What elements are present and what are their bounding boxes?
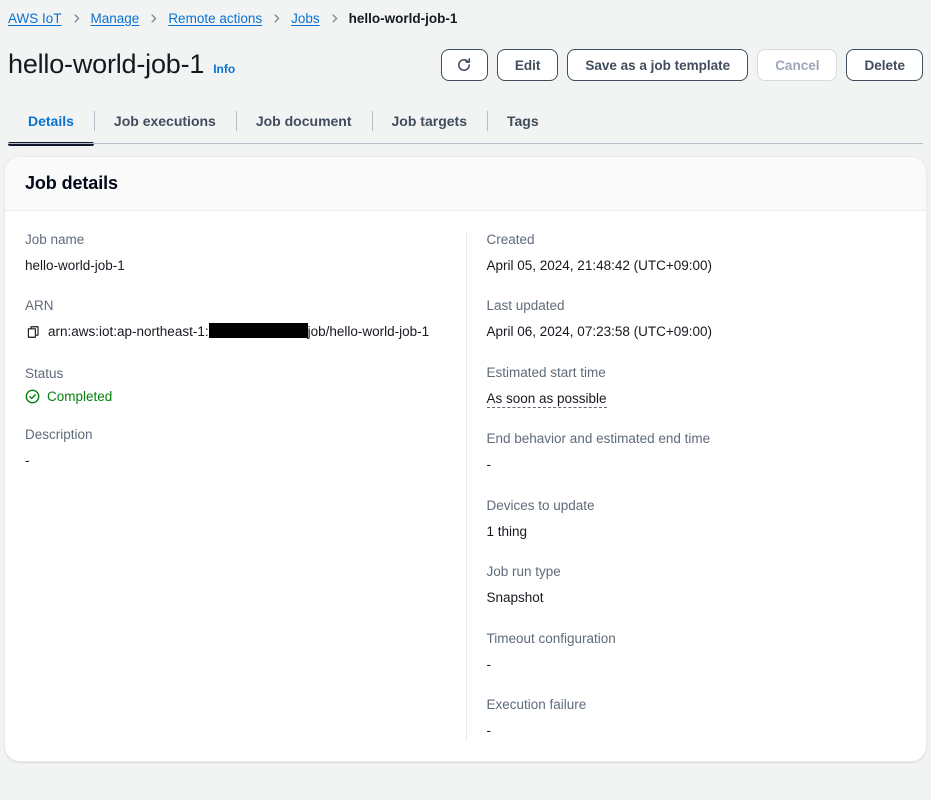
- field-description: Description -: [25, 426, 444, 470]
- refresh-icon: [456, 57, 472, 73]
- cancel-button[interactable]: Cancel: [757, 49, 838, 81]
- field-value: As soon as possible: [486, 389, 907, 409]
- field-value: April 06, 2024, 07:23:58 (UTC+09:00): [486, 324, 713, 340]
- field-value: -: [25, 453, 30, 469]
- field-label: Execution failure: [486, 697, 587, 713]
- arn-prefix: arn:aws:iot:ap-northeast-1:: [48, 324, 209, 340]
- refresh-button[interactable]: [440, 49, 488, 81]
- breadcrumb: AWS IoT Manage Remote actions Jobs hello…: [0, 4, 931, 32]
- field-label: ARN: [25, 298, 54, 314]
- copy-icon[interactable]: [27, 325, 41, 339]
- field-value: Snapshot: [486, 590, 544, 606]
- field-value: -: [486, 457, 492, 473]
- field-label: Last updated: [486, 298, 565, 314]
- redacted-account-id: [208, 323, 308, 339]
- delete-button[interactable]: Delete: [846, 49, 923, 81]
- field-devices-to-update: Devices to update 1 thing: [487, 497, 907, 541]
- field-label: Job name: [25, 232, 85, 247]
- save-as-job-template-button[interactable]: Save as a job template: [567, 49, 749, 81]
- breadcrumb-item-current: hello-world-job-1: [348, 10, 458, 26]
- field-estimated-start-time: Estimated start time As soon as possible: [486, 364, 907, 409]
- field-label: Created: [486, 232, 535, 247]
- field-value: 1 thing: [486, 523, 528, 539]
- field-arn: ARN arn:aws:iot:ap-northeast-1: job/hello…: [25, 297, 444, 342]
- status-success-icon: [25, 389, 40, 404]
- tab-bar: Details Job executions Job document Job …: [0, 98, 931, 146]
- tab-job-targets[interactable]: Job targets: [371, 98, 487, 144]
- page-actions: Edit Save as a job template Cancel Delet…: [440, 49, 923, 81]
- field-label: Status: [25, 365, 64, 381]
- breadcrumb-item-manage[interactable]: Manage: [91, 11, 140, 26]
- breadcrumb-item-jobs[interactable]: Jobs: [291, 11, 320, 26]
- field-label: Timeout configuration: [486, 630, 616, 646]
- arn-suffix: job/hello-world-job-1: [307, 324, 430, 340]
- estimated-start-time-value[interactable]: As soon as possible: [486, 390, 607, 408]
- status-badge: Completed: [25, 389, 444, 404]
- job-details-card: Job details Job name hello-world-job-1 A…: [4, 156, 927, 762]
- page-title-group: hello-world-job-1 Info: [8, 49, 235, 80]
- page-header: hello-world-job-1 Info Edit Save as a jo…: [0, 32, 931, 90]
- field-label: Description: [25, 427, 93, 443]
- job-details-title: Job details: [25, 173, 118, 193]
- field-job-run-type: Job run type Snapshot: [487, 563, 907, 607]
- field-label: Estimated start time: [486, 364, 606, 380]
- field-end-behavior: End behavior and estimated end time -: [487, 430, 907, 474]
- breadcrumb-item-aws-iot[interactable]: AWS IoT: [8, 11, 62, 26]
- field-label: Job run type: [486, 564, 561, 580]
- breadcrumb-item-remote-actions[interactable]: Remote actions: [168, 11, 262, 26]
- field-value: -: [486, 656, 492, 672]
- job-details-left-column: Job name hello-world-job-1 ARN arn:aws:i…: [25, 231, 466, 741]
- tab-job-executions[interactable]: Job executions: [93, 98, 236, 144]
- tab-details[interactable]: Details: [8, 98, 94, 146]
- status-label: Completed: [47, 389, 113, 405]
- chevron-right-icon: [71, 13, 82, 24]
- field-created: Created April 05, 2024, 21:48:42 (UTC+09…: [487, 231, 907, 275]
- job-details-body: Job name hello-world-job-1 ARN arn:aws:i…: [5, 211, 926, 761]
- field-status: Status Completed: [25, 365, 444, 405]
- chevron-right-icon: [148, 13, 159, 24]
- field-value: arn:aws:iot:ap-northeast-1: job/hello-wor…: [25, 322, 444, 342]
- info-link[interactable]: Info: [213, 62, 235, 76]
- field-job-name: Job name hello-world-job-1: [25, 231, 444, 275]
- job-details-right-column: Created April 05, 2024, 21:48:42 (UTC+09…: [465, 231, 907, 741]
- field-timeout-configuration: Timeout configuration -: [487, 630, 907, 674]
- chevron-right-icon: [271, 13, 282, 24]
- field-label: End behavior and estimated end time: [486, 431, 711, 447]
- chevron-right-icon: [329, 13, 340, 24]
- page-title: hello-world-job-1: [8, 49, 205, 80]
- field-value: -: [486, 723, 492, 739]
- edit-button[interactable]: Edit: [496, 49, 559, 81]
- tab-job-document[interactable]: Job document: [235, 98, 372, 144]
- job-details-card-header: Job details: [5, 157, 926, 211]
- tab-tags[interactable]: Tags: [486, 98, 559, 144]
- field-execution-failure: Execution failure -: [487, 696, 907, 740]
- field-last-updated: Last updated April 06, 2024, 07:23:58 (U…: [487, 297, 907, 341]
- field-label: Devices to update: [486, 497, 595, 513]
- field-value: April 05, 2024, 21:48:42 (UTC+09:00): [486, 257, 713, 273]
- tab-underline: [8, 143, 923, 144]
- field-value: hello-world-job-1: [25, 257, 125, 273]
